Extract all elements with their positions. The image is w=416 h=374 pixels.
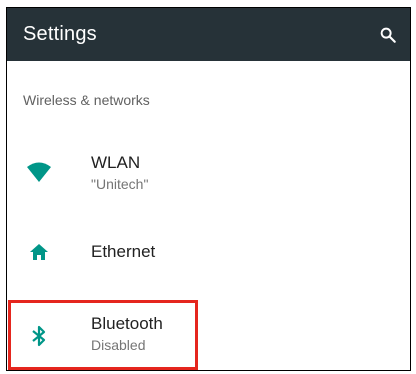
app-bar: Settings bbox=[7, 8, 410, 61]
settings-item-title: WLAN bbox=[91, 153, 141, 172]
settings-screen: Settings Wireless & networks WLAN "Unite… bbox=[6, 7, 411, 371]
settings-item-summary: "Unitech" bbox=[91, 176, 149, 192]
settings-item-wlan[interactable]: WLAN "Unitech" bbox=[7, 140, 410, 210]
home-icon bbox=[25, 238, 53, 266]
settings-item-title: Ethernet bbox=[91, 242, 156, 261]
settings-item-summary: Disabled bbox=[91, 337, 146, 353]
search-icon bbox=[380, 27, 396, 43]
settings-item-title: Bluetooth bbox=[91, 314, 163, 333]
section-header-wireless-networks: Wireless & networks bbox=[23, 92, 150, 108]
page-title: Settings bbox=[23, 23, 97, 45]
settings-item-bluetooth[interactable]: Bluetooth Disabled bbox=[7, 304, 410, 368]
settings-item-ethernet[interactable]: Ethernet bbox=[7, 222, 410, 282]
wifi-icon bbox=[25, 158, 53, 186]
bluetooth-icon bbox=[25, 322, 53, 350]
search-button[interactable] bbox=[376, 23, 400, 47]
